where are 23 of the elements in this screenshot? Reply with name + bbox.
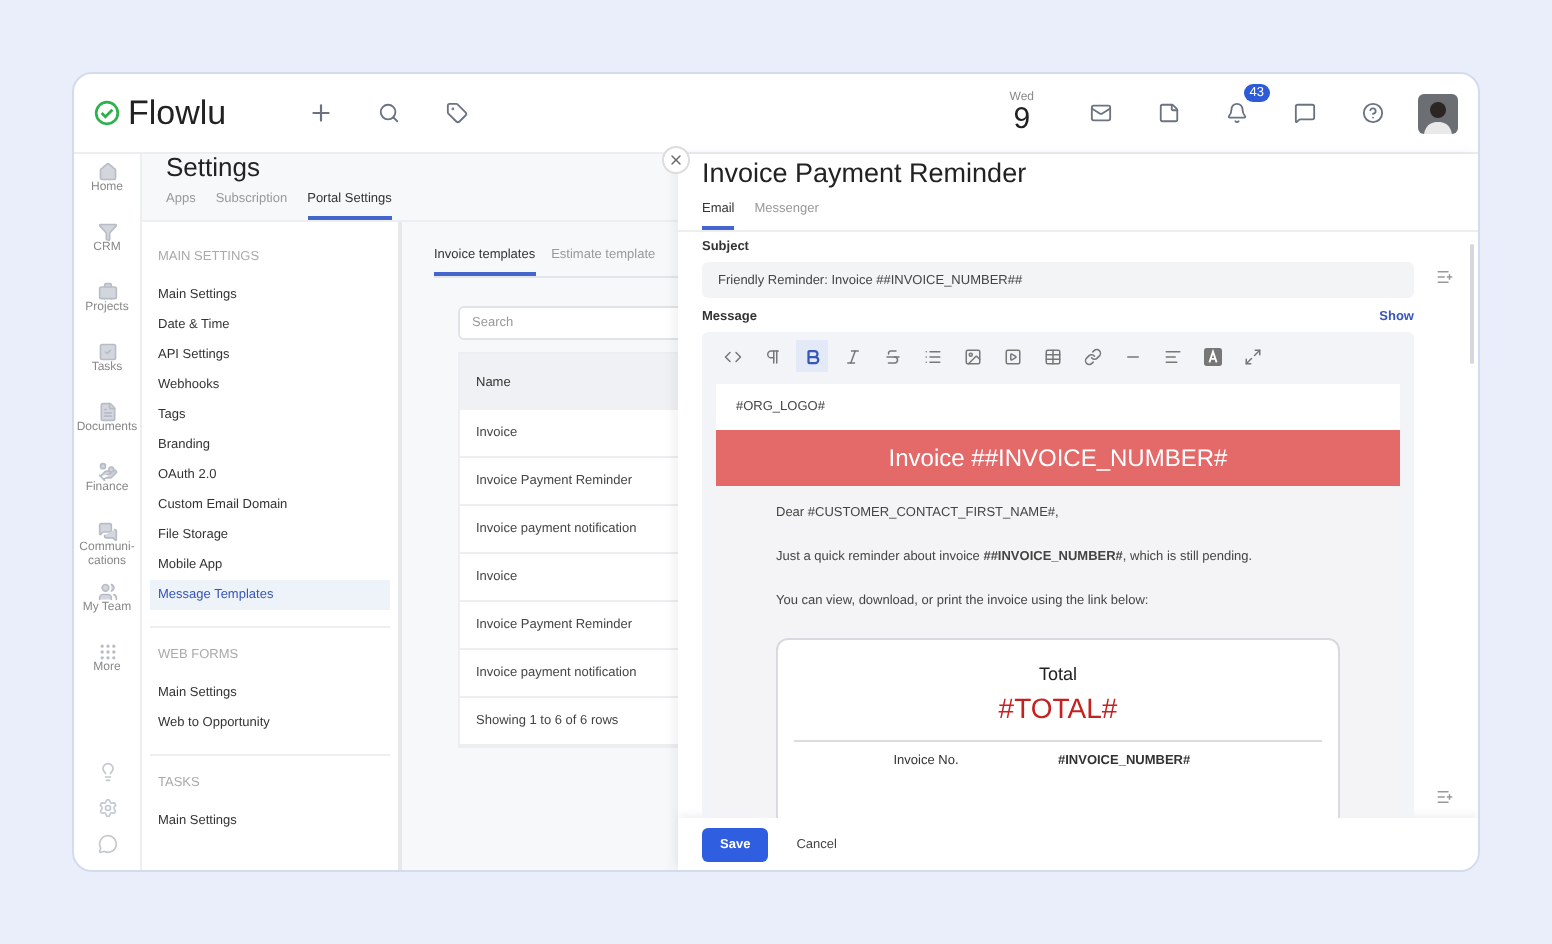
invoice-banner: Invoice ##INVOICE_NUMBER# (716, 430, 1400, 486)
checkbox-icon[interactable] (97, 342, 117, 362)
grid-icon[interactable] (97, 642, 117, 662)
document-icon[interactable] (97, 402, 117, 422)
home-icon[interactable] (97, 162, 117, 182)
close-icon[interactable] (668, 152, 684, 168)
logo-icon (94, 100, 120, 126)
funnel-icon[interactable] (97, 222, 117, 242)
insert-variable-icon[interactable] (1436, 267, 1454, 285)
page-title: Settings (166, 152, 262, 182)
coins-icon[interactable] (97, 462, 117, 482)
close-button[interactable] (662, 146, 690, 174)
briefcase-icon[interactable] (97, 282, 117, 302)
total-label: Total (1036, 664, 1079, 684)
total-amount: #TOTAL# (996, 692, 1120, 724)
avatar[interactable] (1418, 93, 1458, 133)
bell-icon[interactable] (1225, 102, 1247, 124)
logo-text: Flowlu (128, 93, 227, 133)
insert-variable-icon[interactable] (1436, 788, 1454, 806)
drawer-title: Invoice Payment Reminder (702, 156, 1029, 188)
day-number: 9 (1013, 104, 1031, 134)
bold-icon[interactable] (796, 340, 828, 372)
people-icon[interactable] (97, 582, 117, 602)
